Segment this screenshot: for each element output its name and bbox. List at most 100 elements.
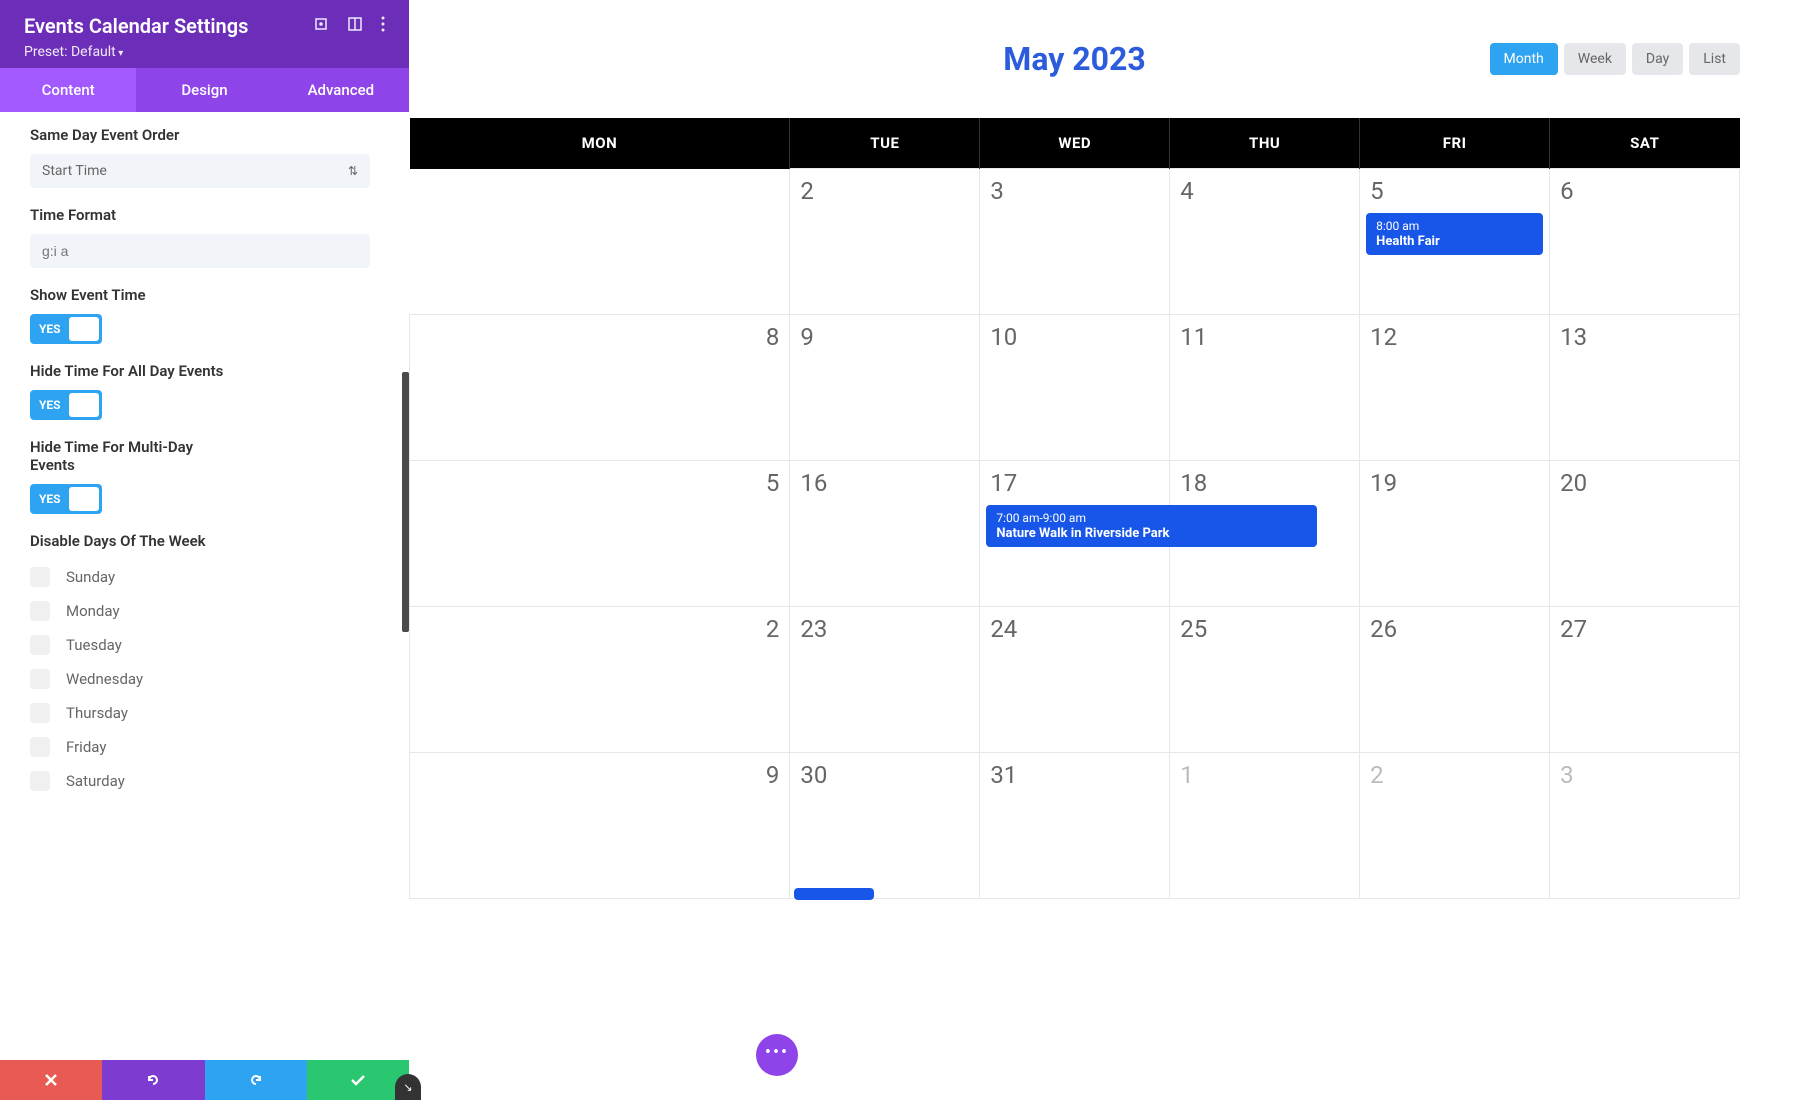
- calendar-cell[interactable]: 20: [1550, 461, 1740, 607]
- calendar-cell[interactable]: 1: [1170, 753, 1360, 899]
- calendar-cell[interactable]: 11: [1170, 315, 1360, 461]
- calendar-cell[interactable]: 26: [1360, 607, 1550, 753]
- day-header: THU: [1170, 118, 1360, 169]
- time-format-label: Time Format: [30, 206, 379, 224]
- day-number: 16: [800, 469, 969, 497]
- calendar-cell[interactable]: 58:00 amHealth Fair: [1360, 169, 1550, 315]
- resize-handle[interactable]: ↘: [395, 1074, 421, 1100]
- calendar-cell[interactable]: [410, 169, 790, 315]
- expand-icon[interactable]: [313, 16, 329, 36]
- day-number: 25: [1180, 615, 1349, 643]
- day-number: 2: [410, 615, 779, 643]
- day-number: 19: [1370, 469, 1539, 497]
- calendar-cell[interactable]: 25: [1170, 607, 1360, 753]
- day-number: 6: [1560, 177, 1729, 205]
- event-time: 7:00 am-9:00 am: [996, 511, 1307, 525]
- day-number: 9: [410, 761, 779, 789]
- day-number: 5: [410, 469, 779, 497]
- checkbox-label: Wednesday: [66, 670, 143, 688]
- cancel-button[interactable]: [0, 1060, 102, 1100]
- panel-body[interactable]: Same Day Event Order Start Time Time For…: [0, 112, 409, 1060]
- calendar-cell[interactable]: 19: [1360, 461, 1550, 607]
- checkbox-row-sunday[interactable]: Sunday: [30, 560, 379, 594]
- calendar-cell[interactable]: 9: [410, 753, 790, 899]
- settings-panel: Events Calendar Settings Preset: Default…: [0, 0, 409, 1100]
- hide-multi-day-toggle[interactable]: YES: [30, 484, 102, 514]
- checkbox-row-saturday[interactable]: Saturday: [30, 764, 379, 798]
- calendar-cell[interactable]: 24: [980, 607, 1170, 753]
- calendar-cell[interactable]: 31: [980, 753, 1170, 899]
- checkbox[interactable]: [30, 601, 50, 621]
- checkbox[interactable]: [30, 771, 50, 791]
- day-header: TUE: [790, 118, 980, 169]
- event-item[interactable]: 7:00 am-9:00 amNature Walk in Riverside …: [986, 505, 1317, 547]
- checkbox[interactable]: [30, 737, 50, 757]
- event-item[interactable]: 8:00 amHealth Fair: [1366, 213, 1543, 255]
- calendar-cell[interactable]: 3: [1550, 753, 1740, 899]
- calendar-cell[interactable]: 2: [410, 607, 790, 753]
- day-number: 13: [1560, 323, 1729, 351]
- redo-button[interactable]: [205, 1060, 307, 1100]
- calendar-cell[interactable]: 4: [1170, 169, 1360, 315]
- tab-content[interactable]: Content: [0, 68, 136, 112]
- save-button[interactable]: [307, 1060, 409, 1100]
- checkbox-row-monday[interactable]: Monday: [30, 594, 379, 628]
- time-format-input[interactable]: [30, 234, 370, 268]
- day-number: 23: [800, 615, 969, 643]
- calendar-cell[interactable]: 2: [1360, 753, 1550, 899]
- view-month[interactable]: Month: [1490, 43, 1558, 75]
- day-number: 20: [1560, 469, 1729, 497]
- calendar-cell[interactable]: 10: [980, 315, 1170, 461]
- show-event-time-label: Show Event Time: [30, 286, 379, 304]
- undo-button[interactable]: [102, 1060, 204, 1100]
- panel-tabs: Content Design Advanced: [0, 68, 409, 112]
- event-title: Health Fair: [1376, 234, 1533, 249]
- view-week[interactable]: Week: [1564, 43, 1626, 75]
- day-header: FRI: [1360, 118, 1550, 169]
- checkbox-row-thursday[interactable]: Thursday: [30, 696, 379, 730]
- checkbox-label: Tuesday: [66, 636, 122, 654]
- calendar-cell[interactable]: 3: [980, 169, 1170, 315]
- fab-more-icon[interactable]: •••: [756, 1034, 798, 1076]
- tab-design[interactable]: Design: [136, 68, 272, 112]
- checkbox[interactable]: [30, 669, 50, 689]
- calendar-cell[interactable]: 30: [790, 753, 980, 899]
- day-number: 9: [800, 323, 969, 351]
- checkbox-row-tuesday[interactable]: Tuesday: [30, 628, 379, 662]
- calendar-cell[interactable]: 23: [790, 607, 980, 753]
- event-item[interactable]: [794, 888, 874, 900]
- view-list[interactable]: List: [1689, 43, 1740, 75]
- tab-advanced[interactable]: Advanced: [273, 68, 409, 112]
- checkbox-row-friday[interactable]: Friday: [30, 730, 379, 764]
- checkbox[interactable]: [30, 635, 50, 655]
- calendar-cell[interactable]: 12: [1360, 315, 1550, 461]
- calendar-cell[interactable]: 8: [410, 315, 790, 461]
- columns-icon[interactable]: [347, 16, 363, 36]
- hide-all-day-toggle[interactable]: YES: [30, 390, 102, 420]
- calendar-cell[interactable]: 13: [1550, 315, 1740, 461]
- calendar-title: May 2023: [1003, 40, 1145, 78]
- calendar-cell[interactable]: 27: [1550, 607, 1740, 753]
- show-event-time-toggle[interactable]: YES: [30, 314, 102, 344]
- checkbox-label: Friday: [66, 738, 106, 756]
- calendar-cell[interactable]: 5: [410, 461, 790, 607]
- scrollbar-thumb[interactable]: [402, 372, 409, 632]
- checkbox[interactable]: [30, 703, 50, 723]
- panel-header: Events Calendar Settings Preset: Default: [0, 0, 409, 68]
- calendar-cell[interactable]: 9: [790, 315, 980, 461]
- day-number: 2: [1370, 761, 1539, 789]
- calendar-cell[interactable]: 177:00 am-9:00 amNature Walk in Riversid…: [980, 461, 1170, 607]
- hide-all-day-label: Hide Time For All Day Events: [30, 362, 379, 380]
- checkbox-row-wednesday[interactable]: Wednesday: [30, 662, 379, 696]
- calendar-cell[interactable]: 6: [1550, 169, 1740, 315]
- day-number: 3: [1560, 761, 1729, 789]
- checkbox-label: Thursday: [66, 704, 128, 722]
- checkbox[interactable]: [30, 567, 50, 587]
- view-day[interactable]: Day: [1632, 43, 1683, 75]
- same-day-order-select[interactable]: Start Time: [30, 154, 370, 188]
- calendar-cell[interactable]: 2: [790, 169, 980, 315]
- preset-dropdown[interactable]: Preset: Default: [24, 44, 385, 60]
- more-icon[interactable]: [381, 16, 385, 36]
- event-title: Nature Walk in Riverside Park: [996, 526, 1307, 541]
- calendar-cell[interactable]: 16: [790, 461, 980, 607]
